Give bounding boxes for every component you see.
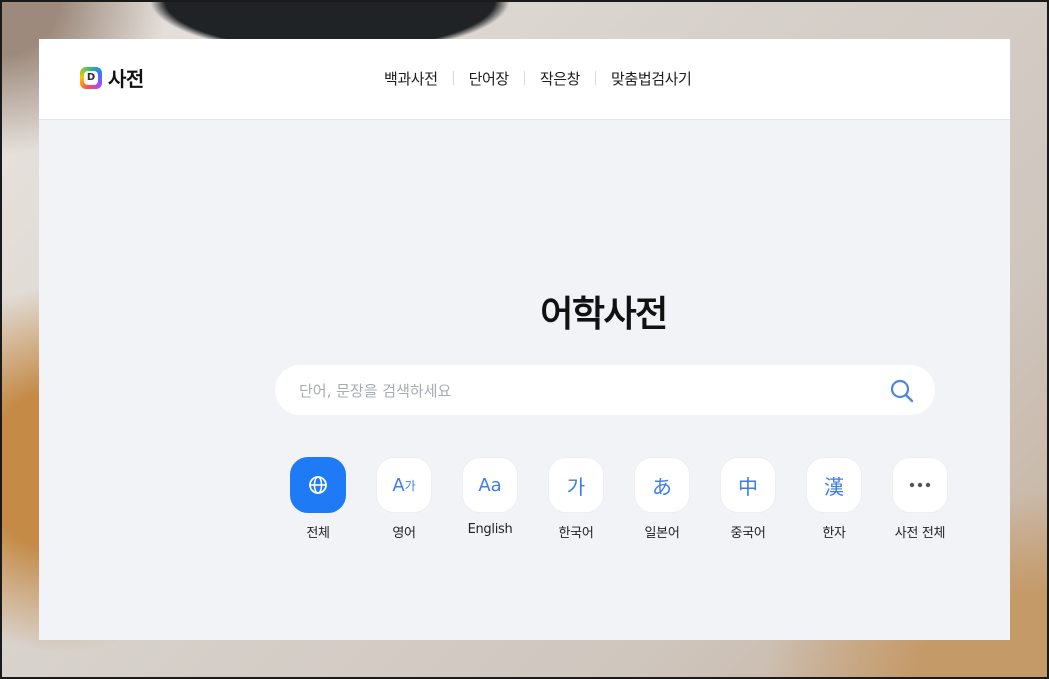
chinese-icon: 中: [720, 457, 776, 513]
category-label: 사전 전체: [894, 526, 946, 541]
category-hanja[interactable]: 漢 한자: [791, 457, 877, 541]
nav-divider: [523, 71, 525, 85]
page-title: 어학사전: [540, 294, 668, 335]
category-label: 일본어: [644, 526, 680, 541]
japanese-icon: あ: [634, 457, 690, 513]
category-label: 중국어: [730, 526, 766, 541]
category-korean[interactable]: 가 한국어: [533, 457, 619, 541]
search-bar: [275, 365, 935, 417]
nav-spell-checker[interactable]: 맞춤법검사기: [611, 68, 692, 89]
category-english-english[interactable]: Aa English: [447, 457, 533, 541]
category-label: 영어: [392, 526, 416, 541]
logo-text: 사전: [108, 67, 144, 91]
globe-icon: [290, 457, 346, 513]
dictionary-logo[interactable]: D 사전: [80, 63, 144, 92]
category-label: 한자: [822, 526, 846, 541]
nav-encyclopedia[interactable]: 백과사전: [384, 68, 438, 89]
category-all-dictionaries[interactable]: 사전 전체: [877, 457, 963, 541]
category-japanese[interactable]: あ 일본어: [619, 457, 705, 541]
category-english-korean[interactable]: A가 영어: [361, 457, 447, 541]
category-label: 한국어: [558, 526, 594, 541]
category-all[interactable]: 전체: [275, 457, 361, 541]
nav-mini-window[interactable]: 작은창: [540, 68, 581, 89]
category-chinese[interactable]: 中 중국어: [705, 457, 791, 541]
dictionary-category-list: 전체 A가 영어 Aa English 가 한국어 あ 일본어 中 중국어 漢 …: [275, 457, 963, 541]
korean-icon: 가: [548, 457, 604, 513]
category-label: English: [467, 522, 513, 537]
dictionary-panel: D 사전 백과사전 단어장 작은창 맞춤법검사기 어학사전 단어, 문장을 검색…: [39, 39, 1010, 640]
search-icon[interactable]: [889, 378, 915, 404]
nav-divider: [452, 71, 454, 85]
top-nav: 백과사전 단어장 작은창 맞춤법검사기: [384, 66, 692, 90]
logo-letter: D: [84, 70, 98, 85]
nav-divider: [595, 71, 597, 85]
top-navigation-bar: D 사전 백과사전 단어장 작은창 맞춤법검사기: [39, 39, 1010, 120]
english-icon: Aa: [462, 457, 518, 513]
more-dots-icon: [892, 457, 948, 513]
english-korean-icon: A가: [376, 457, 432, 513]
category-label: 전체: [306, 526, 330, 541]
hanja-icon: 漢: [806, 457, 862, 513]
logo-badge-icon: D: [80, 66, 102, 89]
search-input[interactable]: [297, 365, 861, 417]
nav-wordbook[interactable]: 단어장: [469, 68, 510, 89]
